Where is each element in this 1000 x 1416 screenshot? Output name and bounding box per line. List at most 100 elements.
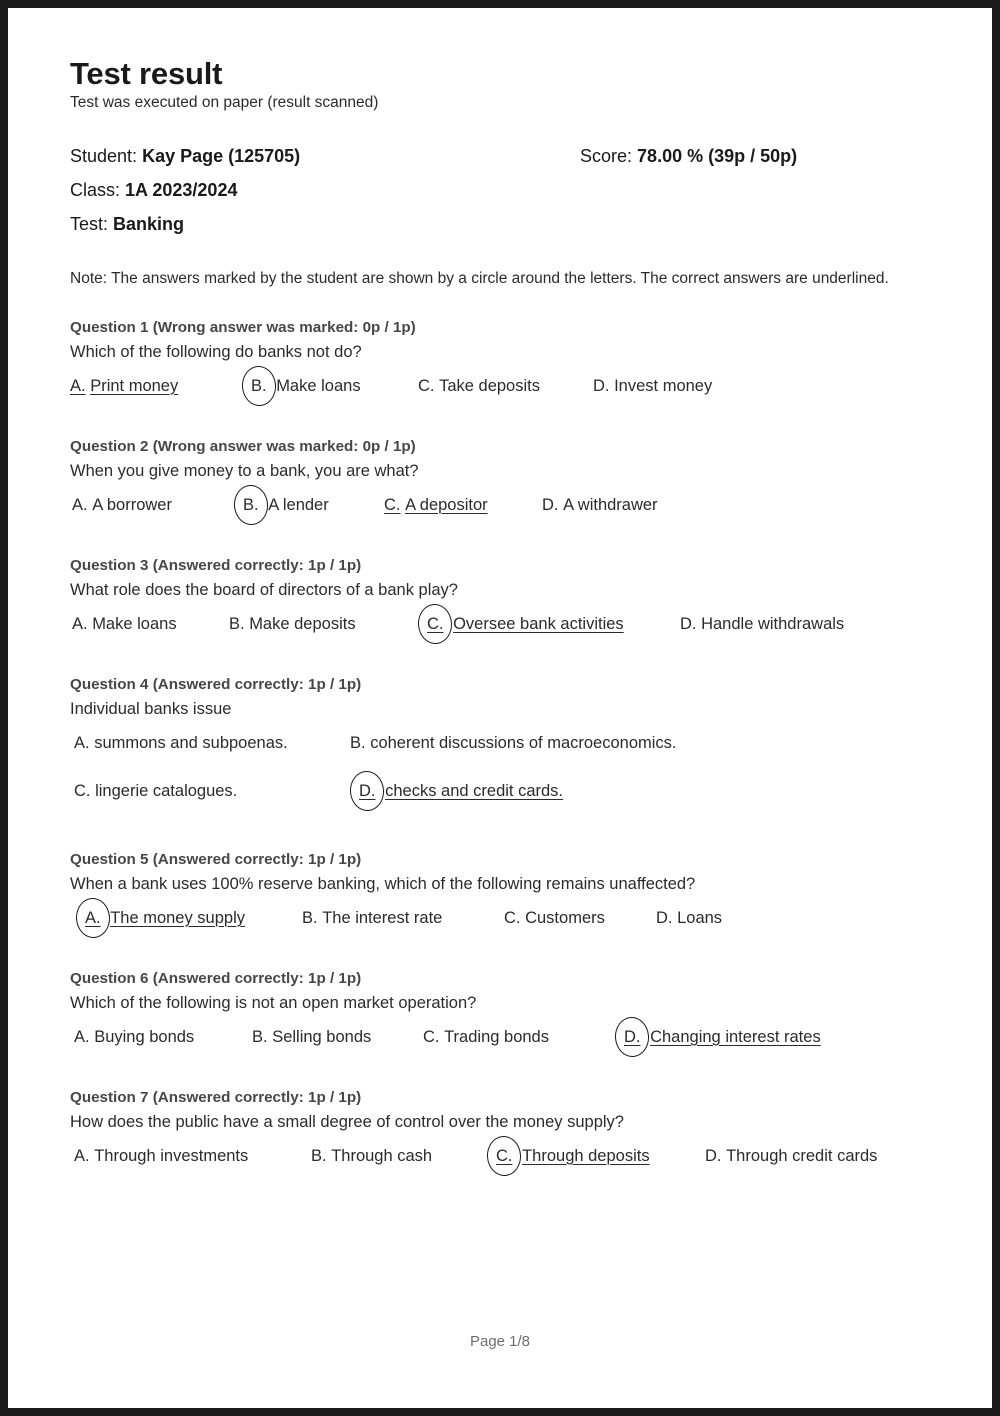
answer-options: A. Buying bonds B. Selling bonds C. Tradin… <box>70 1023 940 1063</box>
option-letter-text: C. <box>384 495 401 514</box>
student-circle-marker: B. <box>246 372 272 400</box>
meta-row-student: Student: Kay Page (125705) Score: 78.00 … <box>70 146 940 169</box>
option-letter-text: A. <box>72 495 88 514</box>
option-letter: D. <box>680 610 697 638</box>
question-header: Question 3 (Answered correctly: 1p / 1p) <box>70 556 362 574</box>
student-label: Student: <box>70 146 138 166</box>
answer-option: D. Loans <box>656 904 722 932</box>
question-block: Question 4 (Answered correctly: 1p / 1p)… <box>70 676 940 825</box>
question-text: How does the public have a small degree … <box>70 1112 624 1131</box>
answer-options: A. Through investments B. Through cash C. … <box>70 1142 940 1182</box>
option-letter-text: A. <box>85 908 101 927</box>
question-block: Question 5 (Answered correctly: 1p / 1p)… <box>70 851 940 944</box>
option-text: Changing interest rates <box>650 1027 821 1046</box>
option-letter-text: B. <box>252 1027 268 1046</box>
test-value: Banking <box>113 214 185 234</box>
score-value: 78.00 % (39p / 50p) <box>637 146 798 166</box>
option-text: Customers <box>525 908 605 927</box>
student-circle-marker: D. <box>619 1023 646 1051</box>
option-letter-text: B. <box>243 495 259 514</box>
answer-options: A. Make loans B. Make deposits C. Oversee … <box>70 610 940 650</box>
answer-option: B. The interest rate <box>302 904 442 932</box>
option-letter-text: C. <box>423 1027 440 1046</box>
option-letter: A. <box>74 729 90 757</box>
option-text: Make deposits <box>249 614 356 633</box>
question-text: When a bank uses 100% reserve banking, w… <box>70 874 696 893</box>
option-letter: A. <box>74 1023 90 1051</box>
option-text: Oversee bank activities <box>453 614 624 633</box>
option-text: A lender <box>268 495 329 514</box>
answer-option: A. The money supply <box>80 904 245 932</box>
option-letter: D. <box>542 491 559 519</box>
option-letter: A. <box>74 1142 90 1170</box>
option-text: Buying bonds <box>94 1027 195 1046</box>
answer-option: C. A depositor <box>384 491 488 519</box>
option-letter: A. <box>72 610 88 638</box>
answer-option: D. checks and credit cards. <box>354 777 563 805</box>
option-letter-text: A. <box>72 614 88 633</box>
answer-option: D. A withdrawer <box>542 491 658 519</box>
question-text: Which of the following do banks not do? <box>70 342 362 361</box>
option-letter-text: D. <box>593 376 610 395</box>
test-label: Test: <box>70 214 109 234</box>
option-text: Trading bonds <box>444 1027 549 1046</box>
answer-option: A. Print money <box>70 372 178 400</box>
option-text: Through investments <box>94 1146 249 1165</box>
option-text: Invest money <box>614 376 713 395</box>
option-letter-text: C. <box>418 376 435 395</box>
answer-option: C. Customers <box>504 904 605 932</box>
option-letter: B. <box>302 904 318 932</box>
option-text: A withdrawer <box>563 495 658 514</box>
option-letter: D. <box>705 1142 722 1170</box>
meta-row-class: Class: 1A 2023/2024 <box>70 180 940 203</box>
option-letter-text: B. <box>229 614 245 633</box>
answer-option: B. A lender <box>238 491 329 519</box>
option-letter: C. <box>384 491 401 519</box>
option-letter: C. <box>504 904 521 932</box>
option-letter-text: A. <box>74 1146 90 1165</box>
class-label: Class: <box>70 180 121 200</box>
student-circle-marker: C. <box>422 610 449 638</box>
answer-option: B. coherent discussions of macroeconomic… <box>350 729 677 757</box>
option-text: Handle withdrawals <box>701 614 845 633</box>
answer-option: C. Take deposits <box>418 372 540 400</box>
option-letter: A. <box>70 372 86 400</box>
question-block: Question 6 (Answered correctly: 1p / 1p)… <box>70 970 940 1063</box>
answer-option: A. Make loans <box>72 610 177 638</box>
answer-option: D. Through credit cards <box>705 1142 877 1170</box>
option-letter: C. <box>74 777 91 805</box>
question-block: Question 3 (Answered correctly: 1p / 1p)… <box>70 557 940 650</box>
option-letter: D. <box>593 372 610 400</box>
option-letter: C. <box>418 372 435 400</box>
option-letter-text: D. <box>359 781 376 800</box>
score-label: Score: <box>580 146 633 166</box>
student-circle-marker: A. <box>80 904 106 932</box>
question-header: Question 1 (Wrong answer was marked: 0p … <box>70 318 416 336</box>
option-text: A depositor <box>405 495 488 514</box>
option-letter-text: A. <box>74 1027 90 1046</box>
answer-option: B. Through cash <box>311 1142 432 1170</box>
option-letter-text: C. <box>427 614 444 633</box>
score-cell: Score: 78.00 % (39p / 50p) <box>580 146 797 167</box>
page-footer: Page 1/8 <box>469 1333 531 1350</box>
option-text: Take deposits <box>439 376 540 395</box>
question-text: When you give money to a bank, you are w… <box>70 461 419 480</box>
option-letter-text: D. <box>624 1027 641 1046</box>
page-subtitle: Test was executed on paper (result scann… <box>70 94 379 111</box>
question-header: Question 5 (Answered correctly: 1p / 1p) <box>70 850 362 868</box>
option-text: A borrower <box>92 495 172 514</box>
answer-options: A. The money supply B. The interest rate C… <box>70 904 940 944</box>
option-text: The money supply <box>110 908 246 927</box>
option-text: summons and subpoenas. <box>94 733 288 752</box>
questions-list: Question 1 (Wrong answer was marked: 0p … <box>60 319 940 1182</box>
question-header: Question 4 (Answered correctly: 1p / 1p) <box>70 675 362 693</box>
question-header: Question 7 (Answered correctly: 1p / 1p) <box>70 1088 362 1106</box>
answer-option: A. summons and subpoenas. <box>74 729 288 757</box>
question-text: Which of the following is not an open ma… <box>70 993 477 1012</box>
answer-option: C. Through deposits <box>491 1142 650 1170</box>
option-text: Through deposits <box>522 1146 650 1165</box>
option-text: Make loans <box>276 376 361 395</box>
option-text: Loans <box>677 908 723 927</box>
option-letter: B. <box>229 610 245 638</box>
option-letter-text: C. <box>504 908 521 927</box>
